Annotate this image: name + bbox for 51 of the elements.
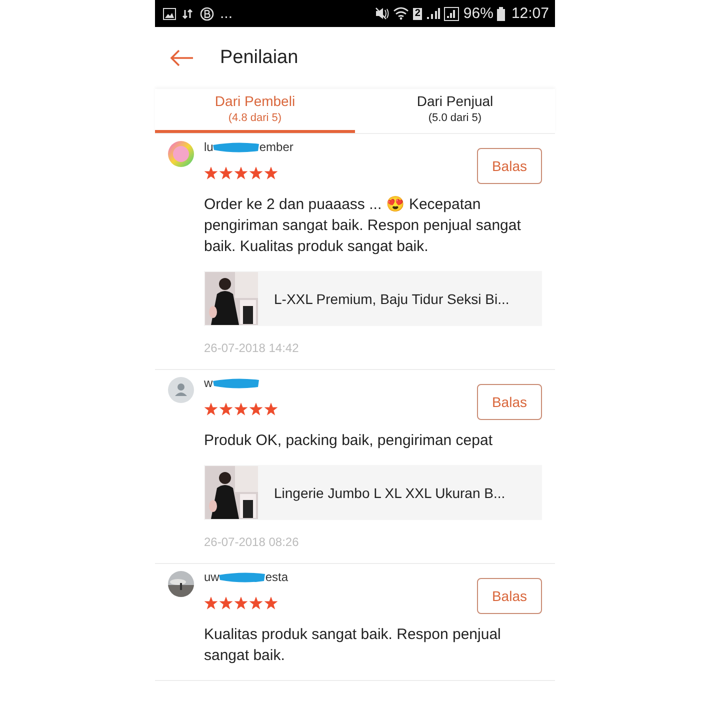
page-title: Penilaian — [220, 47, 298, 69]
battery-percent: 96% — [463, 5, 494, 22]
username: esta — [265, 570, 288, 584]
more-notifications: ... — [220, 5, 233, 22]
redaction-scribble — [211, 140, 262, 154]
star-icon — [234, 596, 248, 610]
avatar — [168, 141, 194, 167]
product-card[interactable]: L-XXL Premium, Baju Tidur Seksi Bi... — [204, 271, 542, 326]
star-icon — [249, 402, 263, 416]
star-icon — [219, 596, 233, 610]
clock: 12:07 — [511, 5, 549, 22]
username: ember — [259, 140, 294, 154]
username: uw — [204, 570, 220, 584]
reply-button[interactable]: Balas — [476, 384, 542, 420]
tab[interactable]: Dari Pembeli (4.8 dari 5) — [155, 89, 355, 133]
star-icon — [219, 166, 233, 180]
image-icon — [163, 8, 176, 20]
review-text: Order ke 2 dan puaaass ... 😍 Kecepatan pengiriman sangat baik. Respon penjual sangat baik. Kualitas produk sangat baik. — [204, 195, 522, 257]
username: w — [204, 376, 213, 390]
signal-icon — [426, 7, 440, 20]
reply-button[interactable]: Balas — [476, 148, 542, 184]
star-icon — [249, 166, 263, 180]
product-name: L-XXL Premium, Baju Tidur Seksi Bi... — [274, 290, 510, 306]
product-card[interactable]: Lingerie Jumbo L XL XXL Ukuran B... — [204, 465, 542, 520]
sim-badge: 2 — [412, 8, 422, 20]
star-icon — [219, 402, 233, 416]
star-icon — [204, 166, 218, 180]
tab[interactable]: Dari Penjual (5.0 dari 5) — [355, 89, 555, 133]
review-text: Kualitas produk sangat baik. Respon penjual sangat baik. — [204, 625, 502, 666]
reply-button[interactable]: Balas — [476, 578, 542, 614]
wifi-icon — [392, 7, 409, 20]
star-icon — [249, 596, 263, 610]
b-circle-icon — [200, 6, 214, 20]
star-icon — [264, 402, 278, 416]
review-date: 26-07-2018 14:42 — [204, 341, 300, 355]
username: lu — [204, 140, 214, 154]
star-icon — [204, 402, 218, 416]
back-arrow-icon[interactable] — [170, 49, 194, 67]
signal-icon — [444, 6, 460, 20]
star-icon — [264, 166, 278, 180]
review-text: Produk OK, packing baik, pengiriman cepat — [204, 431, 494, 451]
star-icon — [204, 596, 218, 610]
mute-icon — [374, 7, 389, 20]
star-icon — [234, 402, 248, 416]
data-transfer-icon — [182, 8, 194, 20]
avatar — [168, 377, 194, 403]
battery-icon — [497, 6, 506, 20]
product-name: Lingerie Jumbo L XL XXL Ukuran B... — [274, 484, 506, 500]
star-icon — [264, 596, 278, 610]
review-date: 26-07-2018 08:26 — [204, 535, 300, 549]
star-icon — [234, 166, 248, 180]
